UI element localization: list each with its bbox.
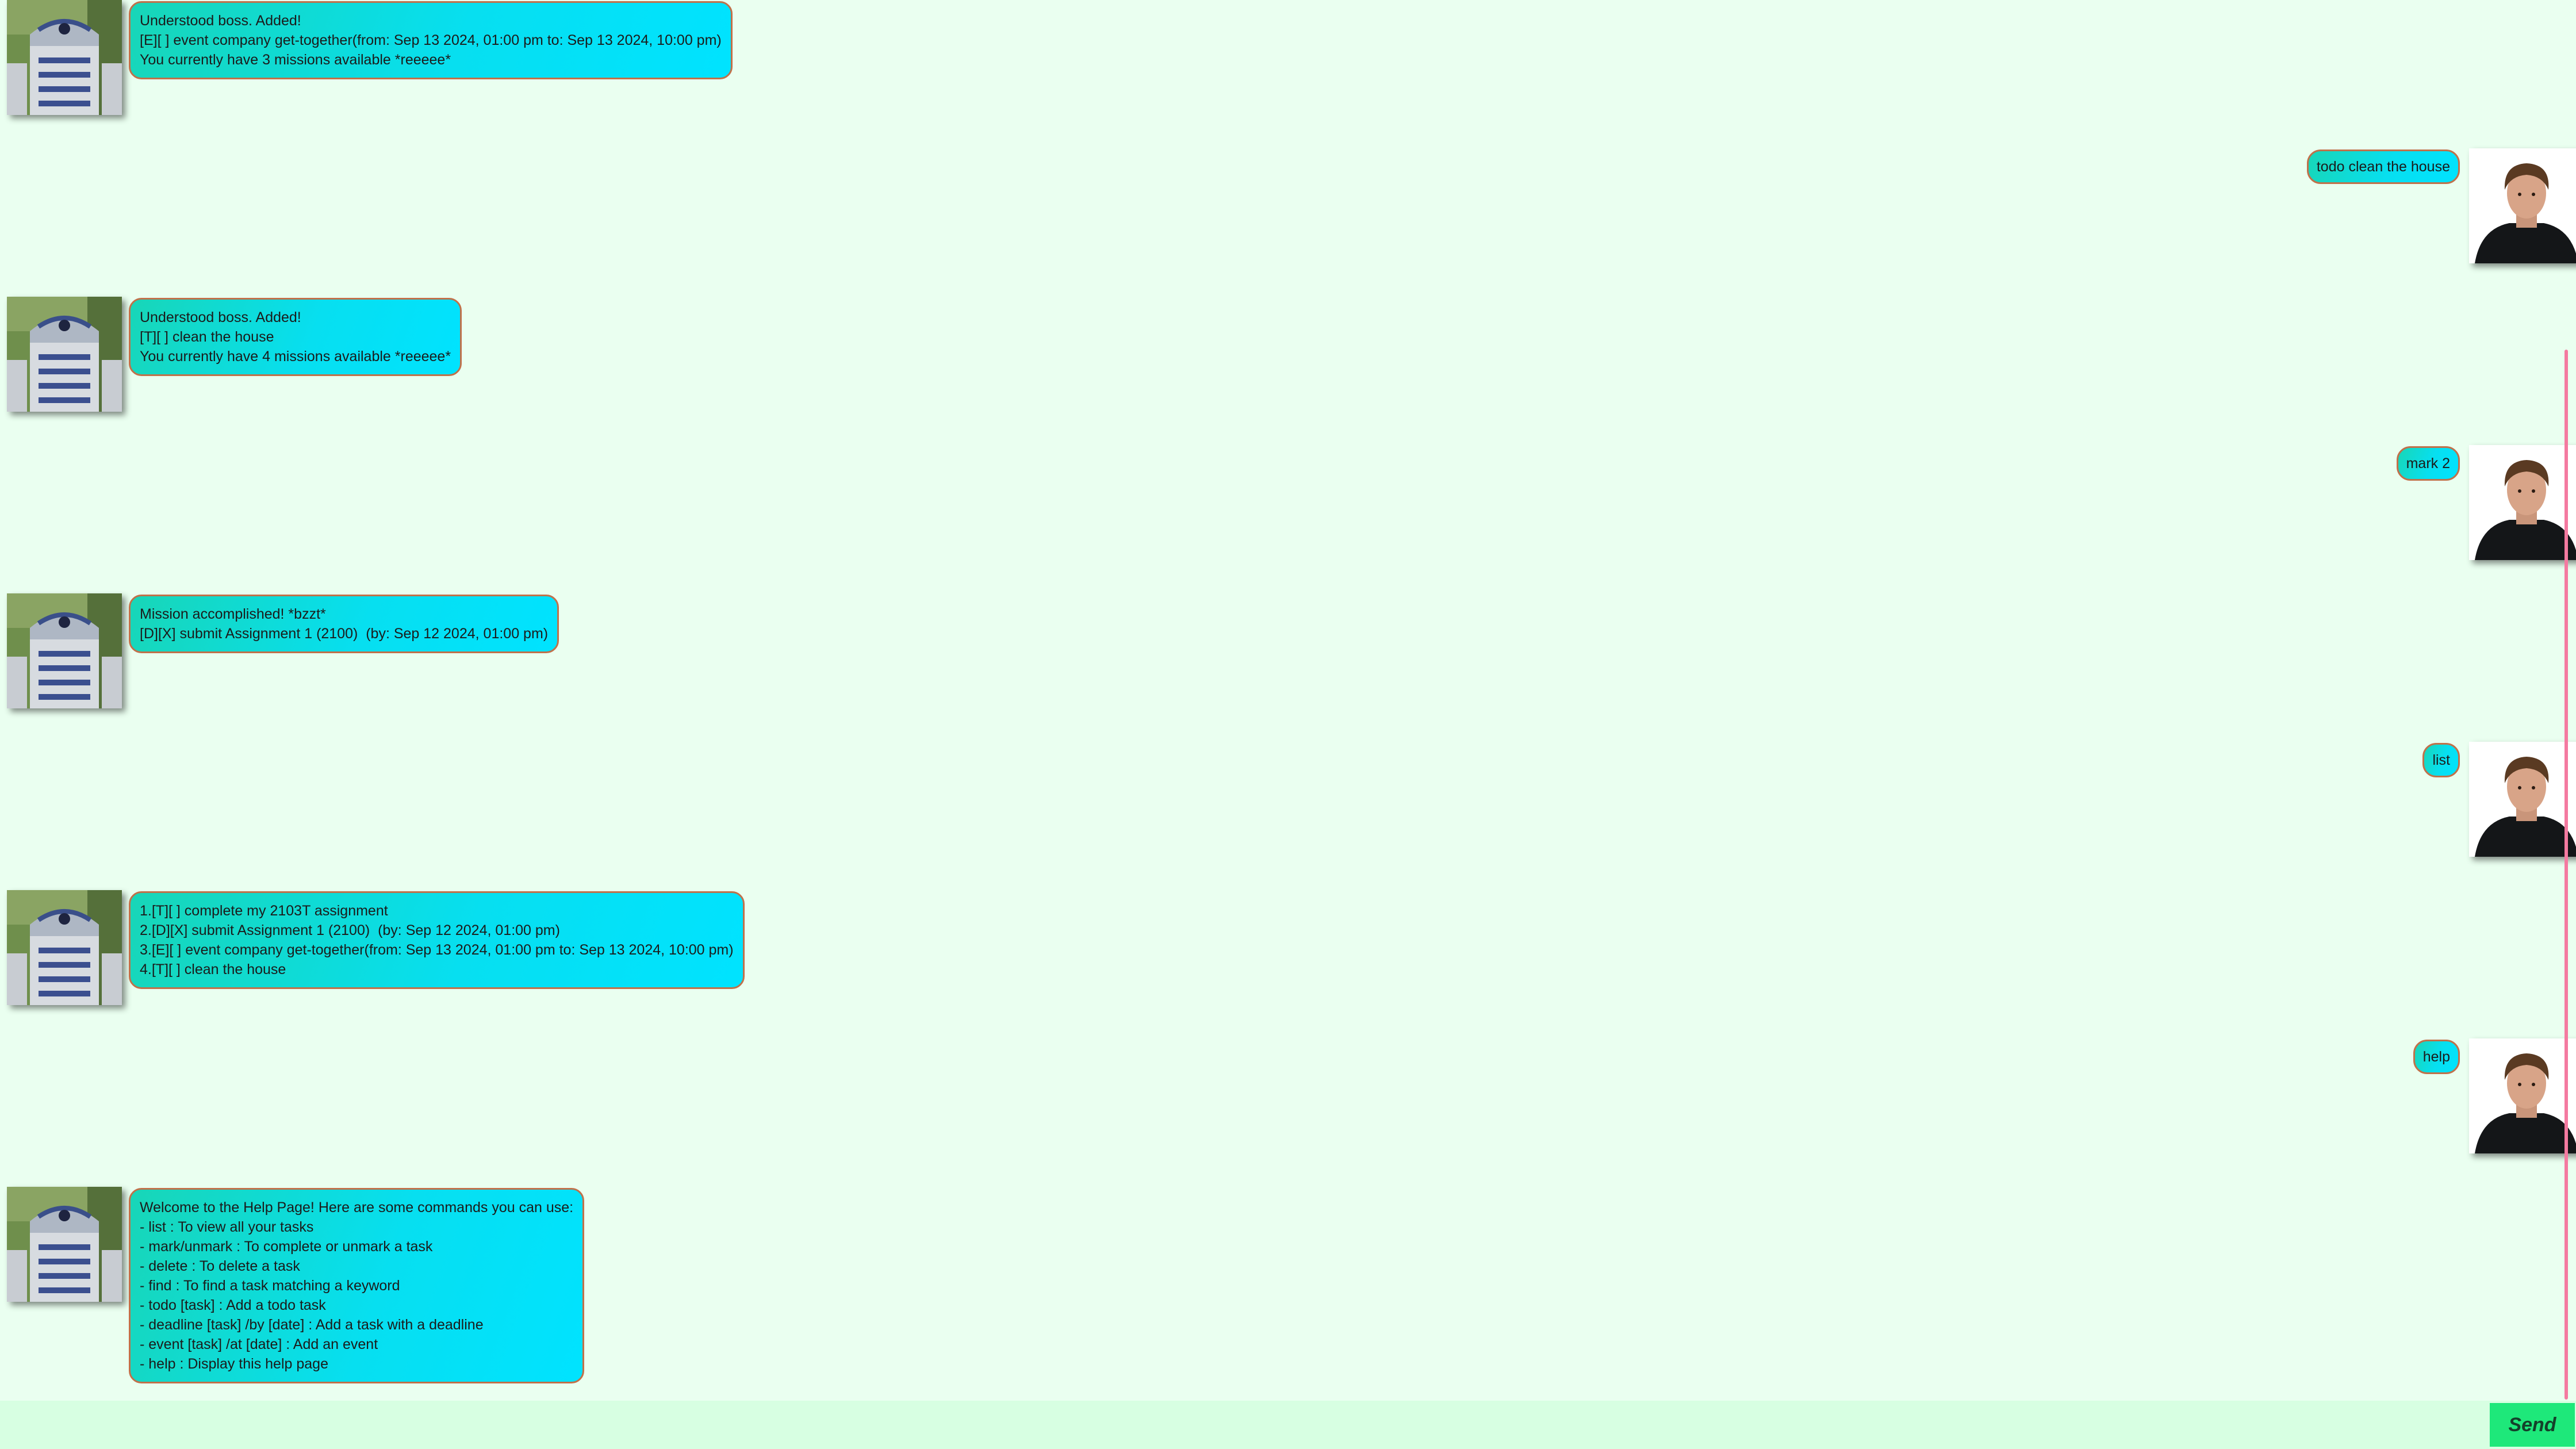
message-bubble-bot: Welcome to the Help Page! Here are some …: [129, 1188, 585, 1383]
message-bubble-user: help: [2413, 1040, 2460, 1074]
r2d2-avatar: [7, 890, 122, 1005]
input-bar: Send: [0, 1401, 2576, 1449]
r2d2-avatar: [7, 297, 122, 412]
r2d2-avatar: [7, 1187, 122, 1302]
luke-avatar: [2469, 148, 2576, 263]
dialog-container: Understood boss. Added! [E][ ] event com…: [0, 0, 2576, 1401]
message-bubble-bot: Understood boss. Added! [T][ ] clean the…: [129, 298, 462, 376]
luke-avatar: [2469, 445, 2576, 560]
message-bubble-user: mark 2: [2396, 446, 2460, 481]
send-button[interactable]: Send: [2490, 1403, 2575, 1447]
message-bubble-user: todo clean the house: [2306, 150, 2460, 184]
luke-avatar: [2469, 742, 2576, 857]
luke-avatar: [2469, 1038, 2576, 1153]
r2d2-avatar: [7, 0, 122, 115]
message-bubble-user: list: [2422, 743, 2460, 777]
message-input[interactable]: [0, 1401, 2485, 1449]
scrollbar-thumb[interactable]: [2564, 350, 2568, 1400]
message-bubble-bot: Understood boss. Added! [E][ ] event com…: [129, 1, 733, 79]
message-bubble-bot: 1.[T][ ] complete my 2103T assignment 2.…: [129, 891, 745, 989]
r2d2-avatar: [7, 593, 122, 708]
message-bubble-bot: Mission accomplished! *bzzt* [D][X] subm…: [129, 595, 559, 653]
